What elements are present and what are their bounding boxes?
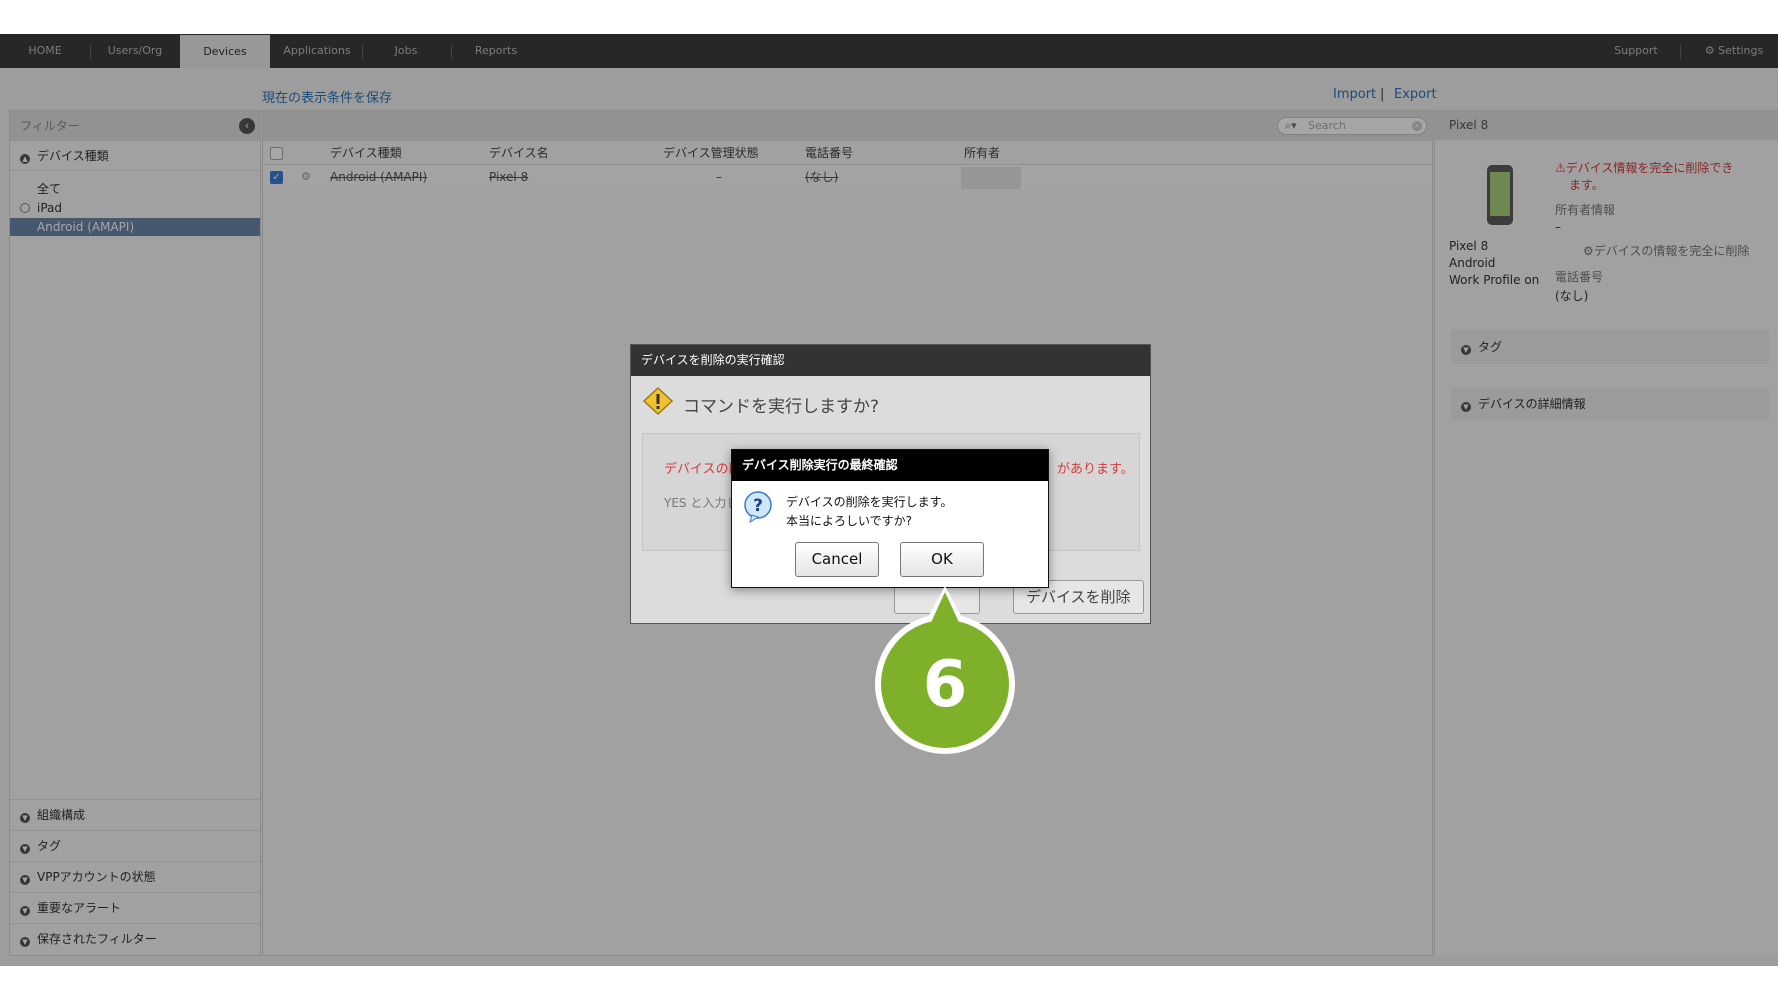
question-icon: ? (744, 491, 772, 523)
step-callout: 6 (875, 586, 1015, 754)
dialog-title: デバイス削除実行の最終確認 (732, 450, 1048, 481)
dialog-message-line2: 本当によろしいですか? (786, 514, 913, 528)
dialog-question: コマンドを実行しますか? (683, 397, 880, 417)
cancel-button[interactable]: Cancel (795, 542, 879, 577)
ok-button[interactable]: OK (900, 542, 984, 577)
warning-icon (643, 387, 673, 415)
app-window: HOME Users/Org Devices Applications Jobs… (0, 34, 1778, 966)
dialog-message-line1: デバイスの削除を実行します。 (786, 495, 953, 509)
dialog-title: デバイスを削除の実行確認 (631, 345, 1150, 376)
warning-text-right: があります。 (1057, 462, 1134, 477)
svg-text:?: ? (753, 496, 763, 516)
confirm-hint: YES と入力し (664, 496, 739, 510)
step-number: 6 (923, 648, 968, 722)
final-confirm-dialog: デバイス削除実行の最終確認 ? デバイスの削除を実行します。 本当によろしいです… (731, 449, 1049, 588)
warning-text-left: デバイスの削 (664, 462, 742, 477)
